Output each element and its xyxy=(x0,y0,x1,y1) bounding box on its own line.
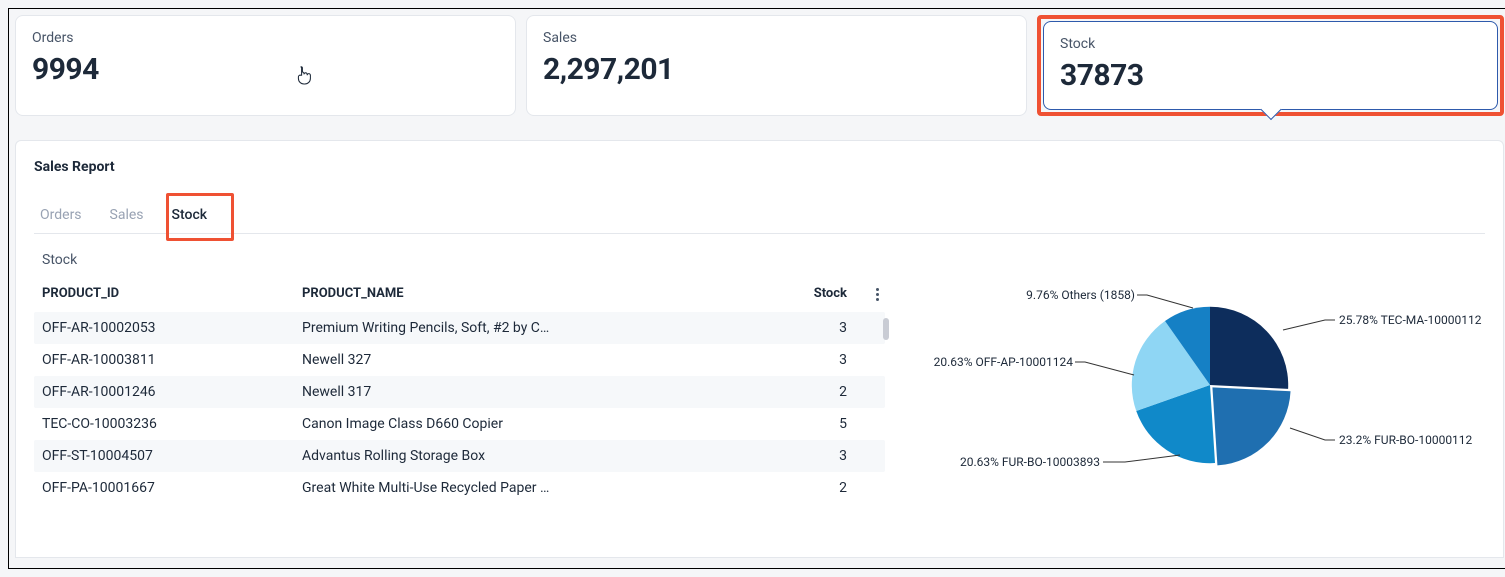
pie-slice[interactable] xyxy=(1210,307,1288,389)
cell-stock: 5 xyxy=(797,416,877,432)
col-header-stock[interactable]: Stock xyxy=(797,286,877,301)
table-menu-icon[interactable] xyxy=(869,286,885,302)
cell-stock: 3 xyxy=(797,320,877,336)
cell-product-id: OFF-AR-10001246 xyxy=(42,384,302,400)
table-scrollbar[interactable] xyxy=(883,318,889,340)
table-header: PRODUCT_ID PRODUCT_NAME Stock xyxy=(34,280,885,312)
summary-cards-row: Orders 9994 Sales 2,297,201 Stock 37873 xyxy=(15,15,1504,116)
cell-product-name: Newell 317 xyxy=(302,384,797,400)
card-orders[interactable]: Orders 9994 xyxy=(15,15,516,116)
report-title: Sales Report xyxy=(34,159,1485,175)
cell-product-id: OFF-AR-10003811 xyxy=(42,352,302,368)
pointer-cursor-icon xyxy=(296,66,312,86)
pie-slice[interactable] xyxy=(1212,387,1290,465)
tab-stock[interactable]: Stock xyxy=(170,197,210,233)
table-row[interactable]: OFF-AR-10001246Newell 3172 xyxy=(34,376,885,408)
pie-label-0: 25.78% TEC-MA-10000112 xyxy=(1339,313,1481,327)
cell-product-name: Newell 327 xyxy=(302,352,797,368)
section-label-stock: Stock xyxy=(34,234,1485,280)
col-header-product-name[interactable]: PRODUCT_NAME xyxy=(302,286,797,301)
card-stock-value: 37873 xyxy=(1060,58,1481,93)
pie-label-1: 23.2% FUR-BO-10000112 xyxy=(1339,433,1472,447)
pie-label-4: 9.76% Others (1858) xyxy=(1005,288,1135,302)
card-sales[interactable]: Sales 2,297,201 xyxy=(526,15,1027,116)
table-row[interactable]: OFF-AR-10002053Premium Writing Pencils, … xyxy=(34,312,885,344)
cell-product-id: OFF-PA-10001667 xyxy=(42,480,302,496)
cell-product-id: OFF-ST-10004507 xyxy=(42,448,302,464)
cell-stock: 2 xyxy=(797,384,877,400)
card-stock-highlight: Stock 37873 xyxy=(1037,15,1504,116)
card-stock-label: Stock xyxy=(1060,36,1481,52)
cell-stock: 2 xyxy=(797,480,877,496)
cell-product-id: OFF-AR-10002053 xyxy=(42,320,302,336)
card-stock[interactable]: Stock 37873 xyxy=(1043,21,1498,110)
card-sales-value: 2,297,201 xyxy=(543,52,1010,87)
pie-chart-svg xyxy=(1125,300,1295,470)
card-sales-label: Sales xyxy=(543,30,1010,46)
cell-stock: 3 xyxy=(797,352,877,368)
cell-product-id: TEC-CO-10003236 xyxy=(42,416,302,432)
col-header-product-id[interactable]: PRODUCT_ID xyxy=(42,286,302,301)
table-row[interactable]: TEC-CO-10003236Canon Image Class D660 Co… xyxy=(34,408,885,440)
sales-report-panel: Sales Report Orders Sales Stock Stock PR… xyxy=(15,140,1504,558)
stock-pie-chart: 25.78% TEC-MA-10000112 23.2% FUR-BO-1000… xyxy=(925,280,1485,504)
table-row[interactable]: OFF-ST-10004507Advantus Rolling Storage … xyxy=(34,440,885,472)
pie-label-3: 20.63% OFF-AP-10001124 xyxy=(925,355,1073,369)
card-orders-value: 9994 xyxy=(32,52,499,87)
cell-product-name: Advantus Rolling Storage Box xyxy=(302,448,797,464)
table-row[interactable]: OFF-AR-10003811Newell 3273 xyxy=(34,344,885,376)
cell-product-name: Premium Writing Pencils, Soft, #2 by C… xyxy=(302,320,797,336)
cell-product-name: Great White Multi-Use Recycled Paper … xyxy=(302,480,797,496)
cell-product-name: Canon Image Class D660 Copier xyxy=(302,416,797,432)
tab-sales[interactable]: Sales xyxy=(108,197,146,233)
cell-stock: 3 xyxy=(797,448,877,464)
card-orders-label: Orders xyxy=(32,30,499,46)
table-row[interactable]: OFF-PA-10001667Great White Multi-Use Rec… xyxy=(34,472,885,504)
report-tabs: Orders Sales Stock xyxy=(34,197,1485,234)
pie-label-2: 20.63% FUR-BO-10003893 xyxy=(945,455,1100,469)
stock-table: PRODUCT_ID PRODUCT_NAME Stock OFF-AR-100… xyxy=(34,280,885,504)
tab-orders[interactable]: Orders xyxy=(38,197,84,233)
